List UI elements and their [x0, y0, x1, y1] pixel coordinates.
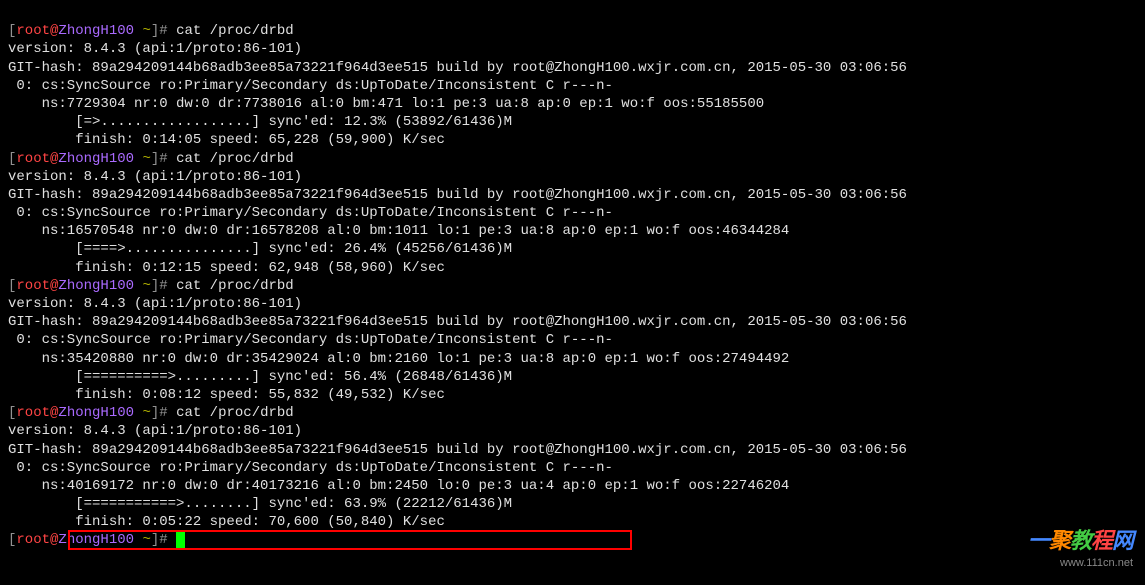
ns-line: ns:16570548 nr:0 dw:0 dr:16578208 al:0 b…	[8, 223, 789, 239]
prompt-tilde: ~	[134, 532, 151, 548]
prompt-bracket-r: ]	[151, 532, 159, 548]
cursor[interactable]	[176, 532, 185, 548]
finish-line: finish: 0:08:12 speed: 55,832 (49,532) K…	[8, 387, 445, 403]
ns-line: ns:35420880 nr:0 dw:0 dr:35429024 al:0 b…	[8, 351, 789, 367]
command-text: cat /proc/drbd	[176, 278, 294, 294]
finish-line: finish: 0:12:15 speed: 62,948 (58,960) K…	[8, 260, 445, 276]
prompt-user: root	[16, 23, 50, 39]
version-line: version: 8.4.3 (api:1/proto:86-101)	[8, 423, 302, 439]
progress-line: [=>..................] sync'ed: 12.3% (5…	[8, 114, 512, 130]
prompt-hash: #	[159, 278, 176, 294]
prompt-user: root	[16, 532, 50, 548]
command-text: cat /proc/drbd	[176, 23, 294, 39]
ns-line: ns:40169172 nr:0 dw:0 dr:40173216 al:0 b…	[8, 478, 789, 494]
progress-line: [====>...............] sync'ed: 26.4% (4…	[8, 241, 512, 257]
prompt-user: root	[16, 151, 50, 167]
prompt-tilde: ~	[134, 23, 151, 39]
prompt-user: root	[16, 278, 50, 294]
prompt-hash: #	[159, 151, 176, 167]
prompt-host: ZhongH100	[58, 405, 134, 421]
progress-line: [===========>........] sync'ed: 63.9% (2…	[8, 496, 512, 512]
command-text: cat /proc/drbd	[176, 405, 294, 421]
prompt-tilde: ~	[134, 405, 151, 421]
githash-line: GIT-hash: 89a294209144b68adb3ee85a73221f…	[8, 60, 907, 76]
prompt-bracket-r: ]	[151, 278, 159, 294]
prompt-bracket-r: ]	[151, 151, 159, 167]
version-line: version: 8.4.3 (api:1/proto:86-101)	[8, 169, 302, 185]
watermark-url: www.111cn.net	[1028, 556, 1133, 570]
githash-line: GIT-hash: 89a294209144b68adb3ee85a73221f…	[8, 314, 907, 330]
progress-line: [==========>.........] sync'ed: 56.4% (2…	[8, 369, 512, 385]
prompt-bracket-r: ]	[151, 405, 159, 421]
command-text: cat /proc/drbd	[176, 151, 294, 167]
status-line: 0: cs:SyncSource ro:Primary/Secondary ds…	[8, 78, 613, 94]
version-line: version: 8.4.3 (api:1/proto:86-101)	[8, 296, 302, 312]
prompt-host: ZhongH100	[58, 151, 134, 167]
version-line: version: 8.4.3 (api:1/proto:86-101)	[8, 41, 302, 57]
prompt-hash: #	[159, 23, 176, 39]
githash-line: GIT-hash: 89a294209144b68adb3ee85a73221f…	[8, 187, 907, 203]
prompt-host: ZhongH100	[58, 532, 134, 548]
prompt-host: ZhongH100	[58, 278, 134, 294]
finish-line: finish: 0:05:22 speed: 70,600 (50,840) K…	[8, 514, 445, 530]
status-line: 0: cs:SyncSource ro:Primary/Secondary ds…	[8, 332, 613, 348]
githash-line: GIT-hash: 89a294209144b68adb3ee85a73221f…	[8, 442, 907, 458]
ns-line: ns:7729304 nr:0 dw:0 dr:7738016 al:0 bm:…	[8, 96, 764, 112]
prompt-hash: #	[159, 405, 176, 421]
prompt-user: root	[16, 405, 50, 421]
prompt-hash: #	[159, 532, 176, 548]
prompt-tilde: ~	[134, 278, 151, 294]
terminal-output[interactable]: [root@ZhongH100 ~]# cat /proc/drbd versi…	[0, 0, 1145, 554]
prompt-bracket-r: ]	[151, 23, 159, 39]
prompt-tilde: ~	[134, 151, 151, 167]
status-line: 0: cs:SyncSource ro:Primary/Secondary ds…	[8, 460, 613, 476]
finish-line: finish: 0:14:05 speed: 65,228 (59,900) K…	[8, 132, 445, 148]
status-line: 0: cs:SyncSource ro:Primary/Secondary ds…	[8, 205, 613, 221]
prompt-host: ZhongH100	[58, 23, 134, 39]
